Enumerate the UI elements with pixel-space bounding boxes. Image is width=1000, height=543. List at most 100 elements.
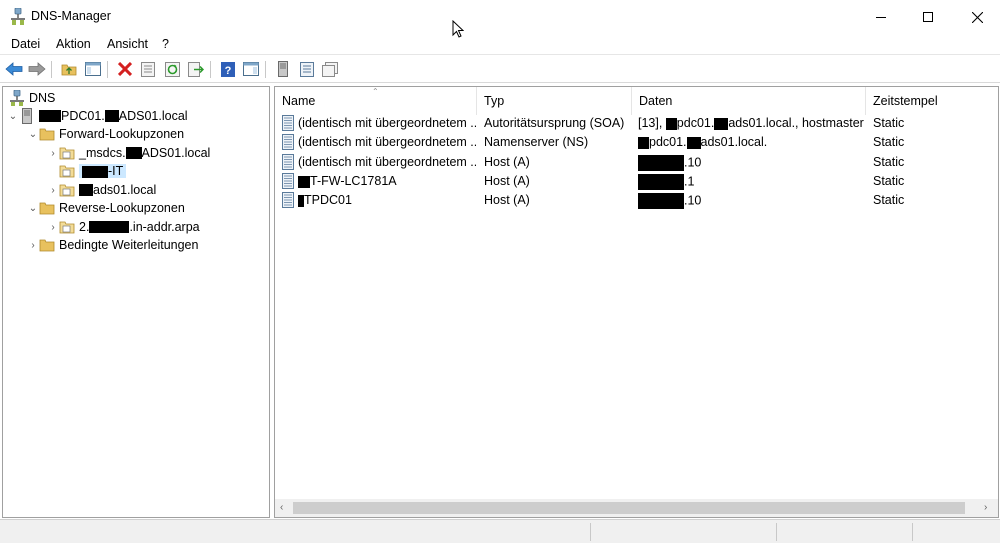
server-icon: [22, 108, 32, 124]
record-timestamp: Static: [873, 174, 905, 188]
column-timestamp-label: Zeitstempel: [873, 94, 938, 108]
redacted-block: [686, 136, 701, 149]
record-name: (identisch mit übergeordnetem ...: [298, 116, 476, 130]
tree-node-dns[interactable]: DNS: [9, 89, 55, 107]
record-name: TPDC01: [298, 193, 352, 207]
scroll-right-icon[interactable]: ›: [984, 502, 987, 513]
menu-bar: Datei Aktion Ansicht ?: [0, 34, 1000, 55]
server-button[interactable]: [273, 59, 293, 79]
tree-label-server-suffix: ADS01.local: [118, 109, 188, 123]
export-list-icon: [188, 61, 204, 77]
menu-datei[interactable]: Datei: [11, 37, 40, 51]
refresh-button[interactable]: [162, 59, 182, 79]
export-list-button[interactable]: [186, 59, 206, 79]
redacted-block: [638, 155, 684, 171]
redacted-block: [89, 221, 130, 233]
help-button[interactable]: ?: [218, 59, 238, 79]
tree-label-reverse-zone-prefix: 2.: [79, 220, 90, 234]
record-data-part: .10: [684, 193, 702, 208]
menu-ansicht[interactable]: Ansicht: [107, 37, 148, 51]
tree-node-it-zone[interactable]: -IT: [59, 162, 127, 180]
back-icon: [5, 62, 23, 76]
record-name: (identisch mit übergeordnetem ...: [298, 155, 476, 169]
tree-node-ads01-zone[interactable]: › ads01.local: [47, 181, 156, 199]
toolbar: ?: [0, 56, 1000, 83]
column-header-data[interactable]: Daten: [632, 87, 866, 115]
redacted-block: [298, 175, 310, 188]
properties-button[interactable]: [138, 59, 158, 79]
tree-node-reverse-zone[interactable]: › 2. .in-addr.arpa: [47, 218, 199, 236]
minimize-icon: [876, 17, 886, 18]
folder-icon: [39, 202, 55, 215]
record-data: [13], pdc01. ads01.local., hostmaster.c..…: [638, 116, 864, 130]
chevron-right-icon[interactable]: ›: [47, 148, 59, 159]
server-icon: [278, 61, 288, 77]
record-data-part: pdc01.: [676, 116, 715, 130]
forward-button[interactable]: [27, 59, 47, 79]
tree-node-forward-lookup[interactable]: ⌄ Forward-Lookupzonen: [27, 125, 184, 143]
record-data: .10: [638, 193, 701, 209]
selected-zone-label: -IT: [79, 164, 127, 178]
tree-label-server-mid: PDC01.: [61, 109, 105, 123]
record-data-part: .10: [684, 155, 702, 170]
record-name-text: TPDC01: [304, 193, 352, 207]
record-data-part: ads01.local., hostmaster.c...: [728, 116, 864, 130]
back-button[interactable]: [4, 59, 24, 79]
scroll-left-icon[interactable]: ‹: [280, 502, 283, 513]
console-tree[interactable]: DNS ⌄ PDC01. ADS01.local ⌄ Forward-Looku…: [2, 86, 270, 518]
record-icon: [282, 134, 294, 150]
tree-node-msdcs-zone[interactable]: › _msdcs. ADS01.local: [47, 144, 210, 162]
delete-icon: [118, 62, 132, 76]
folder-icon: [39, 128, 55, 141]
record-data-part: [13],: [638, 116, 666, 130]
minimize-button[interactable]: [858, 0, 904, 34]
menu-help[interactable]: ?: [162, 37, 169, 51]
column-header-name[interactable]: Name ⌃: [275, 87, 477, 115]
folder-icon: [39, 239, 55, 252]
column-header-type[interactable]: Typ: [477, 87, 632, 115]
record-type: Autoritätsursprung (SOA): [484, 116, 625, 130]
chevron-right-icon[interactable]: ›: [27, 240, 39, 251]
properties-icon: [141, 61, 155, 77]
redacted-block: [125, 147, 142, 159]
table-row[interactable]: T-FW-LC1781A Host (A) .1 Static: [275, 172, 998, 191]
chevron-down-icon[interactable]: ⌄: [27, 203, 39, 214]
up-folder-icon: [61, 64, 77, 76]
table-row[interactable]: (identisch mit übergeordnetem ... Namens…: [275, 133, 998, 152]
chevron-down-icon[interactable]: ⌄: [27, 129, 39, 140]
record-timestamp: Static: [873, 155, 905, 169]
maximize-button[interactable]: [905, 0, 951, 34]
chevron-right-icon[interactable]: ›: [47, 185, 59, 196]
record-icon: [282, 154, 294, 170]
record-icon: [282, 192, 294, 208]
tree-node-server[interactable]: ⌄ PDC01. ADS01.local: [7, 107, 188, 125]
records-list[interactable]: Name ⌃ Typ Daten Zeitstempel (identisch …: [274, 86, 999, 518]
chevron-right-icon[interactable]: ›: [47, 222, 59, 233]
show-hide-action-pane-button[interactable]: [241, 59, 261, 79]
redacted-block: [638, 136, 649, 149]
table-row[interactable]: (identisch mit übergeordnetem ... Host (…: [275, 153, 998, 172]
dns-manager-icon: [11, 8, 25, 25]
menu-aktion[interactable]: Aktion: [56, 37, 91, 51]
scrollbar-thumb[interactable]: [293, 502, 965, 514]
up-folder-button[interactable]: [59, 59, 79, 79]
record-data: .1: [638, 174, 694, 190]
record-data: pdc01. ads01.local.: [638, 135, 864, 149]
show-hide-console-tree-button[interactable]: [83, 59, 103, 79]
record-timestamp: Static: [873, 193, 905, 207]
table-row[interactable]: (identisch mit übergeordnetem ... Autori…: [275, 114, 998, 133]
record-list-button[interactable]: [320, 59, 340, 79]
close-button[interactable]: [954, 0, 1000, 34]
zone-list-button[interactable]: [297, 59, 317, 79]
record-type: Host (A): [484, 155, 530, 169]
chevron-down-icon[interactable]: ⌄: [7, 111, 19, 122]
horizontal-scrollbar[interactable]: ‹ ›: [275, 499, 998, 517]
redacted-block: [714, 117, 729, 130]
column-header-timestamp[interactable]: Zeitstempel: [866, 87, 998, 115]
tree-node-conditional-forwarders[interactable]: › Bedingte Weiterleitungen: [27, 236, 198, 254]
tree-node-reverse-lookup[interactable]: ⌄ Reverse-Lookupzonen: [27, 199, 185, 217]
table-row[interactable]: TPDC01 Host (A) .10 Static: [275, 191, 998, 210]
help-icon: ?: [221, 61, 235, 77]
delete-button[interactable]: [115, 59, 135, 79]
title-bar: DNS-Manager: [0, 0, 1000, 38]
